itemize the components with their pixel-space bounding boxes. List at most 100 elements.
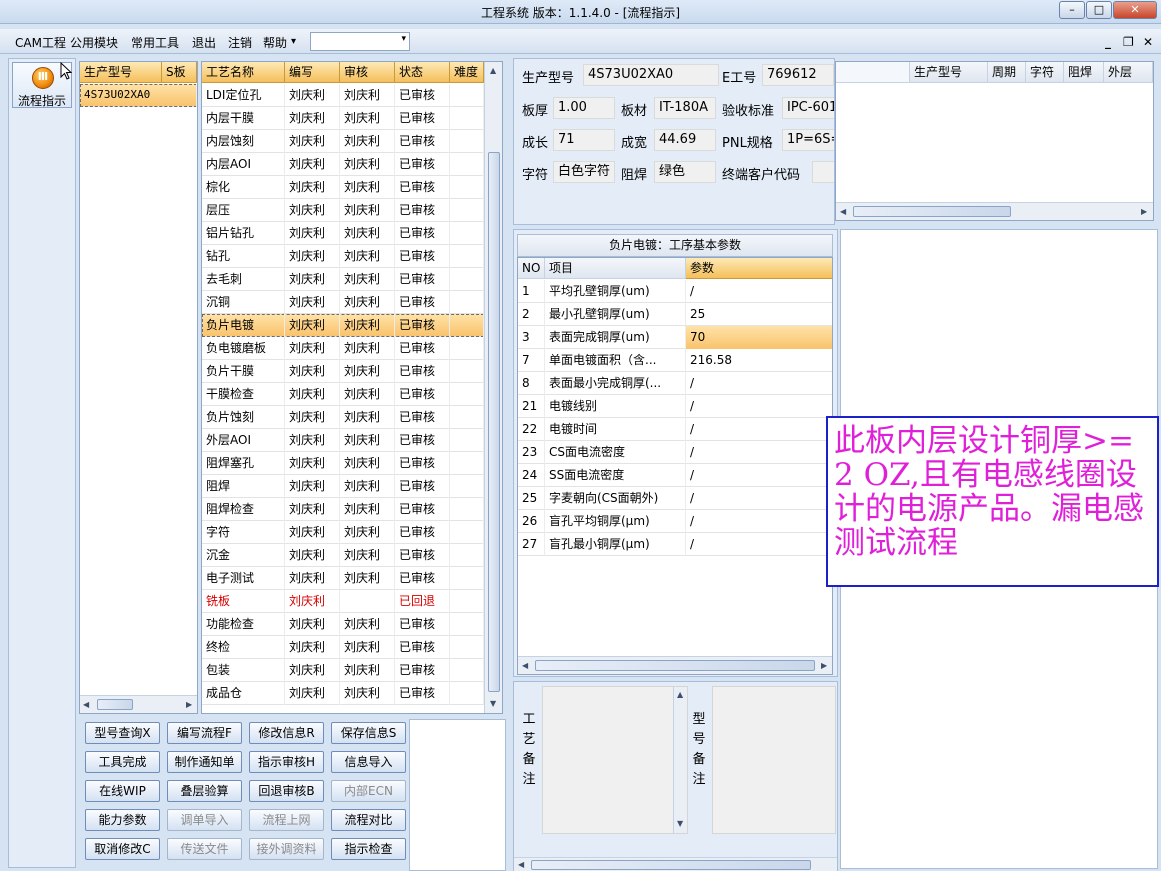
action-button-17[interactable]: 传送文件 [167,838,242,860]
process-row[interactable]: 层压 刘庆利 刘庆利 已审核 [202,199,484,222]
scroll-thumb[interactable] [535,660,815,671]
process-row[interactable]: 内层AOI 刘庆利 刘庆利 已审核 [202,153,484,176]
scroll-thumb[interactable] [531,860,811,870]
process-header-writer[interactable]: 编写 [285,62,340,83]
scroll-left-icon[interactable]: ◀ [522,661,528,670]
param-value-cell[interactable]: / [686,372,832,395]
param-value-cell[interactable]: / [686,395,832,418]
scroll-down-icon[interactable]: ▼ [677,819,683,828]
action-button-11[interactable]: 内部ECN [331,780,406,802]
param-row[interactable]: 2 最小孔壁铜厚(um) 25 [518,303,832,326]
process-row[interactable]: 终检 刘庆利 刘庆利 已审核 [202,636,484,659]
side-header-outer[interactable]: 外层 [1104,62,1153,83]
process-row[interactable]: 负片干膜 刘庆利 刘庆利 已审核 [202,360,484,383]
side-header-model[interactable]: 生产型号 [910,62,988,83]
help-dropdown-icon[interactable]: ▾ [291,36,296,47]
param-row[interactable]: 27 盲孔最小铜厚(μm) / [518,533,832,556]
process-row[interactable]: 去毛刺 刘庆利 刘庆利 已审核 [202,268,484,291]
menu-common-modules[interactable]: 公用模块 [70,34,118,51]
param-row[interactable]: 8 表面最小完成铜厚(... / [518,372,832,395]
param-row[interactable]: 26 盲孔平均铜厚(μm) / [518,510,832,533]
process-vscrollbar[interactable]: ▲ ▼ [484,62,502,713]
process-row[interactable]: 电子测试 刘庆利 刘庆利 已审核 [202,567,484,590]
remarks-hscrollbar[interactable]: ◀ [514,857,837,871]
process-header-reviewer[interactable]: 审核 [340,62,395,83]
side-hscrollbar[interactable]: ◀ ▶ [836,202,1153,220]
scroll-thumb[interactable] [97,699,133,710]
process-row[interactable]: 铝片钻孔 刘庆利 刘庆利 已审核 [202,222,484,245]
param-hscrollbar[interactable]: ◀ ▶ [518,656,832,674]
action-button-4[interactable]: 工具完成 [85,751,160,773]
process-row[interactable]: 阻焊 刘庆利 刘庆利 已审核 [202,475,484,498]
param-header-no[interactable]: NO [518,258,545,279]
menu-help[interactable]: 帮助 [263,34,287,51]
side-header-cycle[interactable]: 周期 [988,62,1026,83]
action-button-14[interactable]: 流程上网 [249,809,324,831]
process-header-status[interactable]: 状态 [395,62,450,83]
param-row[interactable]: 22 电镀时间 / [518,418,832,441]
param-value-cell[interactable]: / [686,533,832,556]
param-row[interactable]: 7 单面电镀面积（含... 216.58 [518,349,832,372]
action-button-19[interactable]: 指示检查 [331,838,406,860]
model-header-model[interactable]: 生产型号 [80,62,162,83]
customer-code-field[interactable] [812,161,834,183]
mdi-restore-icon[interactable]: ❐ [1123,35,1134,49]
process-row[interactable]: 沉铜 刘庆利 刘庆利 已审核 [202,291,484,314]
action-button-16[interactable]: 取消修改C [85,838,160,860]
process-row[interactable]: 干膜检查 刘庆利 刘庆利 已审核 [202,383,484,406]
scroll-thumb[interactable] [488,152,500,692]
process-row[interactable]: 负片蚀刻 刘庆利 刘庆利 已审核 [202,406,484,429]
width-field[interactable]: 44.69 [654,129,716,151]
thickness-field[interactable]: 1.00 [553,97,615,119]
chevron-down-icon[interactable]: ▾ [401,34,406,44]
process-row[interactable]: 外层AOI 刘庆利 刘庆利 已审核 [202,429,484,452]
process-row[interactable]: 沉金 刘庆利 刘庆利 已审核 [202,544,484,567]
scroll-down-icon[interactable]: ▼ [490,699,496,708]
model-row[interactable]: 4S73U02XA0 [80,84,197,107]
material-field[interactable]: IT-180A [654,97,716,119]
process-row[interactable]: 内层干膜 刘庆利 刘庆利 已审核 [202,107,484,130]
param-value-cell[interactable]: 216.58 [686,349,832,372]
menu-combo-box[interactable]: ▾ [310,32,410,51]
param-value-cell[interactable]: / [686,418,832,441]
process-remark-box[interactable]: ▲ ▼ [542,686,688,834]
eno-field[interactable]: 769612 [762,64,834,86]
maximize-button[interactable]: □ [1086,1,1112,19]
soldermask-field[interactable]: 绿色 [654,161,716,183]
side-header-char[interactable]: 字符 [1026,62,1064,83]
action-button-1[interactable]: 编写流程F [167,722,242,744]
menu-logout[interactable]: 注销 [228,34,252,51]
process-row[interactable]: 铣板 刘庆利 已回退 [202,590,484,613]
scroll-up-icon[interactable]: ▲ [490,66,496,75]
param-value-cell[interactable]: / [686,487,832,510]
model-hscrollbar[interactable]: ◀ ▶ [80,695,197,713]
scroll-thumb[interactable] [853,206,1011,217]
close-button[interactable]: ✕ [1113,1,1157,19]
process-row[interactable]: 内层蚀刻 刘庆利 刘庆利 已审核 [202,130,484,153]
minimize-button[interactable]: – [1059,1,1085,19]
param-row[interactable]: 21 电镀线别 / [518,395,832,418]
param-value-cell[interactable]: / [686,464,832,487]
action-button-12[interactable]: 能力参数 [85,809,160,831]
action-button-18[interactable]: 接外调资料 [249,838,324,860]
param-value-cell[interactable]: 70 [686,326,832,349]
scroll-left-icon[interactable]: ◀ [840,207,846,216]
scroll-left-icon[interactable]: ◀ [83,700,89,709]
length-field[interactable]: 71 [553,129,615,151]
param-row[interactable]: 24 SS面电流密度 / [518,464,832,487]
process-row[interactable]: 包装 刘庆利 刘庆利 已审核 [202,659,484,682]
model-field[interactable]: 4S73U02XA0 [583,64,719,86]
scroll-right-icon[interactable]: ▶ [186,700,192,709]
action-button-13[interactable]: 调单导入 [167,809,242,831]
action-button-8[interactable]: 在线WIP [85,780,160,802]
param-row[interactable]: 1 平均孔壁铜厚(um) / [518,280,832,303]
process-row[interactable]: 钻孔 刘庆利 刘庆利 已审核 [202,245,484,268]
silkscreen-field[interactable]: 白色字符 [553,161,615,183]
action-button-5[interactable]: 制作通知单 [167,751,242,773]
process-row[interactable]: LDI定位孔 刘庆利 刘庆利 已审核 [202,84,484,107]
menu-exit[interactable]: 退出 [192,34,216,51]
action-button-15[interactable]: 流程对比 [331,809,406,831]
param-row[interactable]: 23 CS面电流密度 / [518,441,832,464]
model-header-sboard[interactable]: S板 [162,62,197,83]
process-row[interactable]: 负片电镀 刘庆利 刘庆利 已审核 [202,314,484,337]
